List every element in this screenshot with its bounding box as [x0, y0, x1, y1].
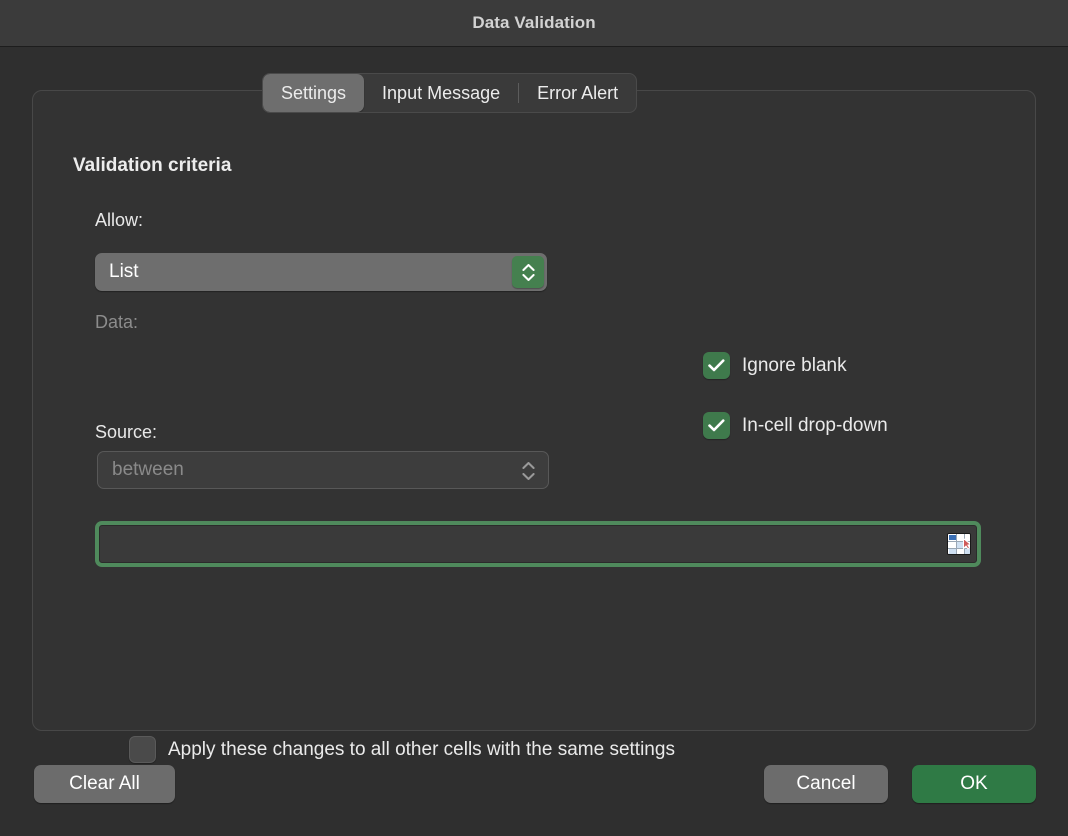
tab-error-alert[interactable]: Error Alert — [519, 74, 636, 112]
window-titlebar: Data Validation — [0, 0, 1068, 47]
ignore-blank-label: Ignore blank — [742, 354, 847, 376]
tab-settings-label: Settings — [281, 82, 347, 103]
ignore-blank-row[interactable]: Ignore blank — [703, 352, 847, 379]
clear-all-button[interactable]: Clear All — [34, 765, 175, 803]
chevron-up-down-icon[interactable] — [512, 256, 544, 288]
tab-settings[interactable]: Settings — [263, 74, 365, 112]
ok-button[interactable]: OK — [912, 765, 1036, 803]
apply-to-all-label: Apply these changes to all other cells w… — [168, 738, 675, 760]
data-select-value: between — [112, 459, 184, 480]
tab-input-message[interactable]: Input Message — [364, 74, 518, 112]
allow-label: Allow: — [95, 210, 144, 230]
tab-input-message-label: Input Message — [382, 82, 501, 103]
data-select: between — [97, 451, 549, 489]
apply-to-all-checkbox[interactable] — [129, 736, 156, 763]
chevron-up-icon — [521, 263, 535, 271]
data-label: Data: — [95, 312, 139, 332]
apply-to-all-row[interactable]: Apply these changes to all other cells w… — [129, 736, 675, 763]
in-cell-dropdown-label: In-cell drop-down — [742, 414, 888, 436]
chevron-up-down-icon-disabled — [520, 459, 536, 483]
tab-error-alert-label: Error Alert — [537, 82, 619, 103]
checkmark-icon — [708, 359, 725, 372]
source-field-focus-ring — [95, 521, 981, 567]
source-label: Source: — [95, 422, 158, 442]
chevron-down-icon — [521, 273, 535, 281]
validation-criteria-heading: Validation criteria — [73, 155, 232, 176]
checkmark-icon — [708, 419, 725, 432]
ignore-blank-checkbox[interactable] — [703, 352, 730, 379]
chevron-up-icon — [521, 462, 535, 469]
source-field[interactable] — [99, 525, 977, 563]
settings-panel: Validation criteria Allow: List Data: be… — [32, 90, 1036, 763]
source-input[interactable] — [100, 526, 976, 562]
chevron-down-icon — [521, 473, 535, 480]
in-cell-dropdown-checkbox[interactable] — [703, 412, 730, 439]
window-title: Data Validation — [472, 13, 596, 32]
allow-select-value: List — [109, 261, 139, 282]
allow-select[interactable]: List — [95, 253, 547, 291]
cancel-button[interactable]: Cancel — [764, 765, 888, 803]
tab-bar: Settings Input Message Error Alert — [262, 73, 638, 113]
range-selector-icon[interactable] — [947, 533, 971, 555]
in-cell-dropdown-row[interactable]: In-cell drop-down — [703, 412, 888, 439]
